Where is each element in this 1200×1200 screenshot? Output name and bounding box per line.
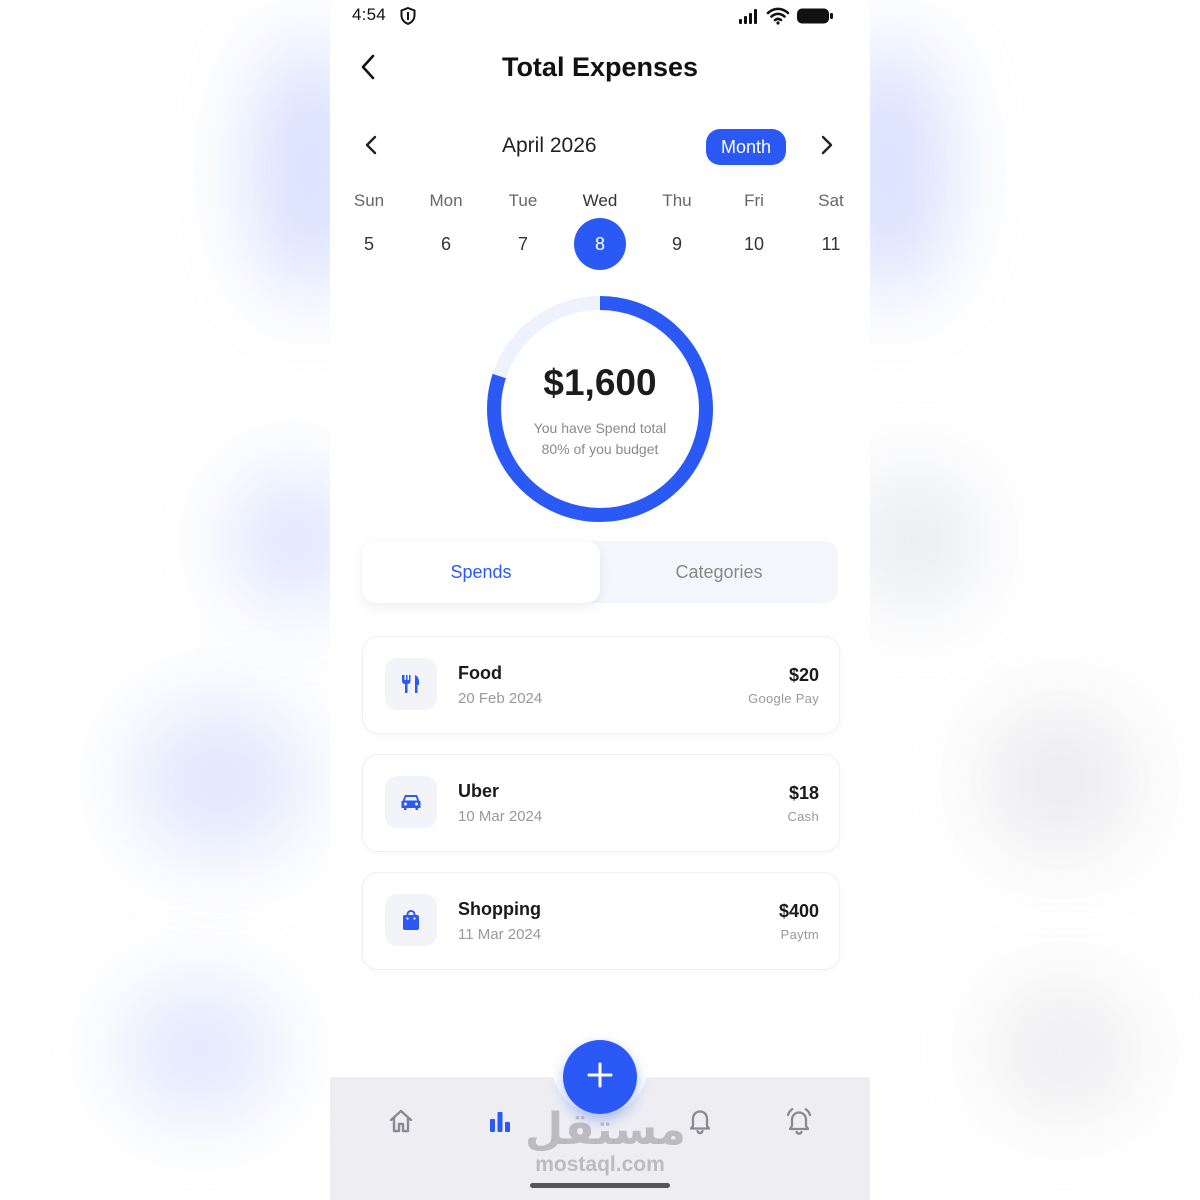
day-item[interactable]: Mon 6 (416, 188, 476, 270)
page-title: Total Expenses (501, 52, 699, 82)
day-name: Sat (818, 191, 844, 210)
budget-caption-line: 80% of you budget (541, 441, 659, 457)
background-glow (130, 700, 310, 860)
header: Total Expenses (330, 44, 870, 94)
spend-date: 10 Mar 2024 (458, 808, 543, 825)
spend-item-uber[interactable]: Uber 10 Mar 2024 $18 Cash (362, 754, 840, 852)
shield-icon (400, 6, 416, 30)
day-name: Fri (744, 191, 764, 210)
spend-name: Shopping (458, 899, 541, 919)
alarm-icon (784, 1106, 814, 1141)
spend-name: Food (458, 663, 502, 683)
nav-stats[interactable] (480, 1106, 520, 1140)
view-tabs: Spends Categories (362, 541, 838, 603)
add-expense-button[interactable] (563, 1040, 637, 1114)
nav-home[interactable] (381, 1106, 421, 1140)
day-item[interactable]: Thu 9 (647, 188, 707, 270)
chevron-right-icon (820, 135, 834, 160)
day-item[interactable]: Sat 11 (801, 188, 861, 270)
background-glow (980, 700, 1140, 860)
signal-icon (738, 8, 760, 29)
period-toggle-button[interactable]: Month (706, 129, 786, 165)
background-glow (990, 980, 1140, 1120)
status-bar: 4:54 (330, 0, 870, 32)
car-icon (385, 776, 437, 828)
day-name: Wed (582, 191, 618, 210)
status-time: 4:54 (352, 5, 386, 24)
tab-categories[interactable]: Categories (600, 541, 838, 603)
day-number: 11 (821, 234, 841, 254)
day-number: 5 (363, 234, 374, 254)
day-item[interactable]: Fri 10 (724, 188, 784, 270)
month-selector: April 2026 Month (330, 126, 870, 168)
day-number: 7 (517, 234, 528, 254)
day-item[interactable]: Sun 5 (339, 188, 399, 270)
background-glow (120, 980, 280, 1120)
status-icons (738, 7, 834, 30)
day-name: Mon (429, 191, 463, 210)
spend-method: Cash (787, 809, 819, 824)
fork-knife-icon (385, 658, 437, 710)
spend-item-food[interactable]: Food 20 Feb 2024 $20 Google Pay (362, 636, 840, 734)
spend-date: 20 Feb 2024 (458, 690, 543, 707)
budget-ring: $1,600 You have Spend total 80% of you b… (485, 294, 715, 524)
nav-alarms[interactable] (779, 1106, 819, 1140)
phone-screen: 4:54 Total Expenses April 2026 Month Sun… (330, 0, 870, 1200)
day-item[interactable]: Tue 7 (493, 188, 553, 270)
total-amount: $1,600 (543, 362, 657, 403)
month-label: April 2026 (502, 134, 597, 157)
budget-ring-graphic (487, 296, 713, 522)
spend-date: 11 Mar 2024 (458, 926, 542, 943)
spend-method: Google Pay (748, 691, 819, 706)
nav-notifications[interactable] (680, 1106, 720, 1140)
chevron-left-icon (364, 135, 378, 160)
tab-spends[interactable]: Spends (362, 541, 600, 603)
budget-caption-line: You have Spend total (533, 420, 667, 436)
bar-chart-icon (487, 1108, 513, 1139)
day-name: Sun (353, 191, 385, 210)
home-icon (387, 1107, 415, 1140)
previous-month-button[interactable] (358, 134, 384, 160)
spend-method: Paytm (780, 927, 819, 942)
shopping-bag-icon (385, 894, 437, 946)
spend-amount: $400 (778, 901, 819, 921)
spend-item-shopping[interactable]: Shopping 11 Mar 2024 $400 Paytm (362, 872, 840, 970)
day-number: 6 (440, 234, 451, 254)
spend-name: Uber (458, 781, 500, 801)
spend-amount: $20 (788, 665, 819, 685)
home-indicator (530, 1183, 670, 1188)
day-item-selected[interactable]: Wed 8 (570, 188, 630, 270)
plus-icon (585, 1060, 615, 1095)
day-name: Tue (508, 191, 538, 210)
day-number: 9 (671, 234, 682, 254)
battery-icon (796, 7, 834, 30)
bell-icon (687, 1107, 713, 1140)
wifi-icon (766, 7, 790, 30)
day-number: 10 (743, 234, 765, 254)
next-month-button[interactable] (814, 134, 840, 160)
day-name: Thu (662, 191, 692, 210)
day-number: 8 (574, 218, 626, 270)
spend-amount: $18 (788, 783, 819, 803)
budget-caption: You have Spend total 80% of you budget (515, 418, 685, 460)
